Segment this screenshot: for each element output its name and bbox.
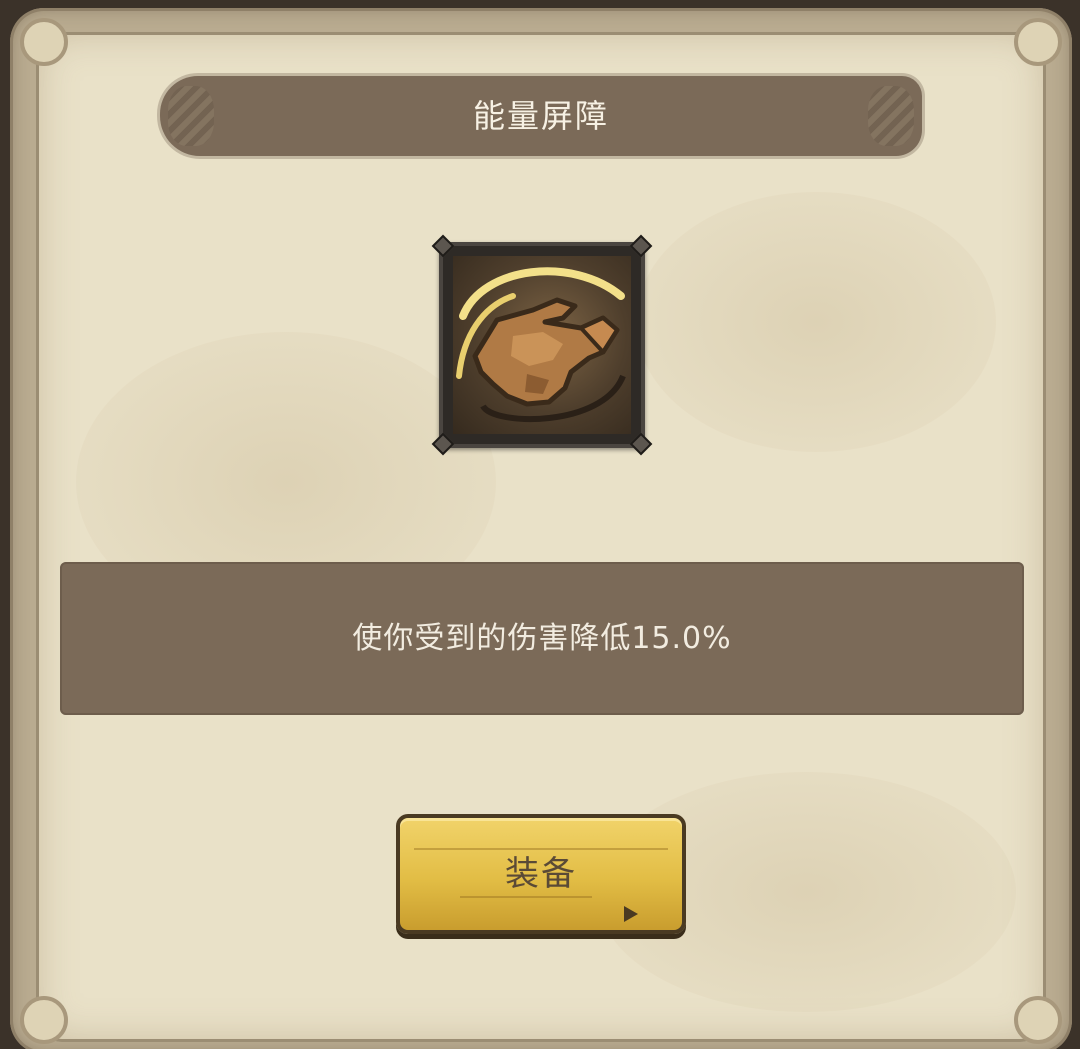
corner-ornament-top-right bbox=[1014, 18, 1062, 66]
description-panel: 使你受到的伤害降低15.0% bbox=[60, 562, 1024, 715]
equip-button[interactable]: 装备 bbox=[396, 814, 686, 934]
grasping-hand-icon bbox=[453, 256, 631, 434]
skill-title: 能量屏障 bbox=[472, 97, 609, 135]
corner-ornament-bottom-right bbox=[1014, 996, 1062, 1044]
button-notch-icon bbox=[624, 906, 638, 922]
title-banner: 能量屏障 bbox=[160, 76, 922, 156]
corner-ornament-bottom-left bbox=[20, 996, 68, 1044]
skill-description: 使你受到的伤害降低15.0% bbox=[352, 621, 732, 656]
equip-button-label: 装备 bbox=[505, 854, 577, 894]
skill-icon-frame bbox=[431, 234, 653, 456]
corner-ornament-top-left bbox=[20, 18, 68, 66]
skill-detail-dialog: 能量屏障 使你受到的伤害降低15.0% 装备 bbox=[0, 0, 1080, 1049]
